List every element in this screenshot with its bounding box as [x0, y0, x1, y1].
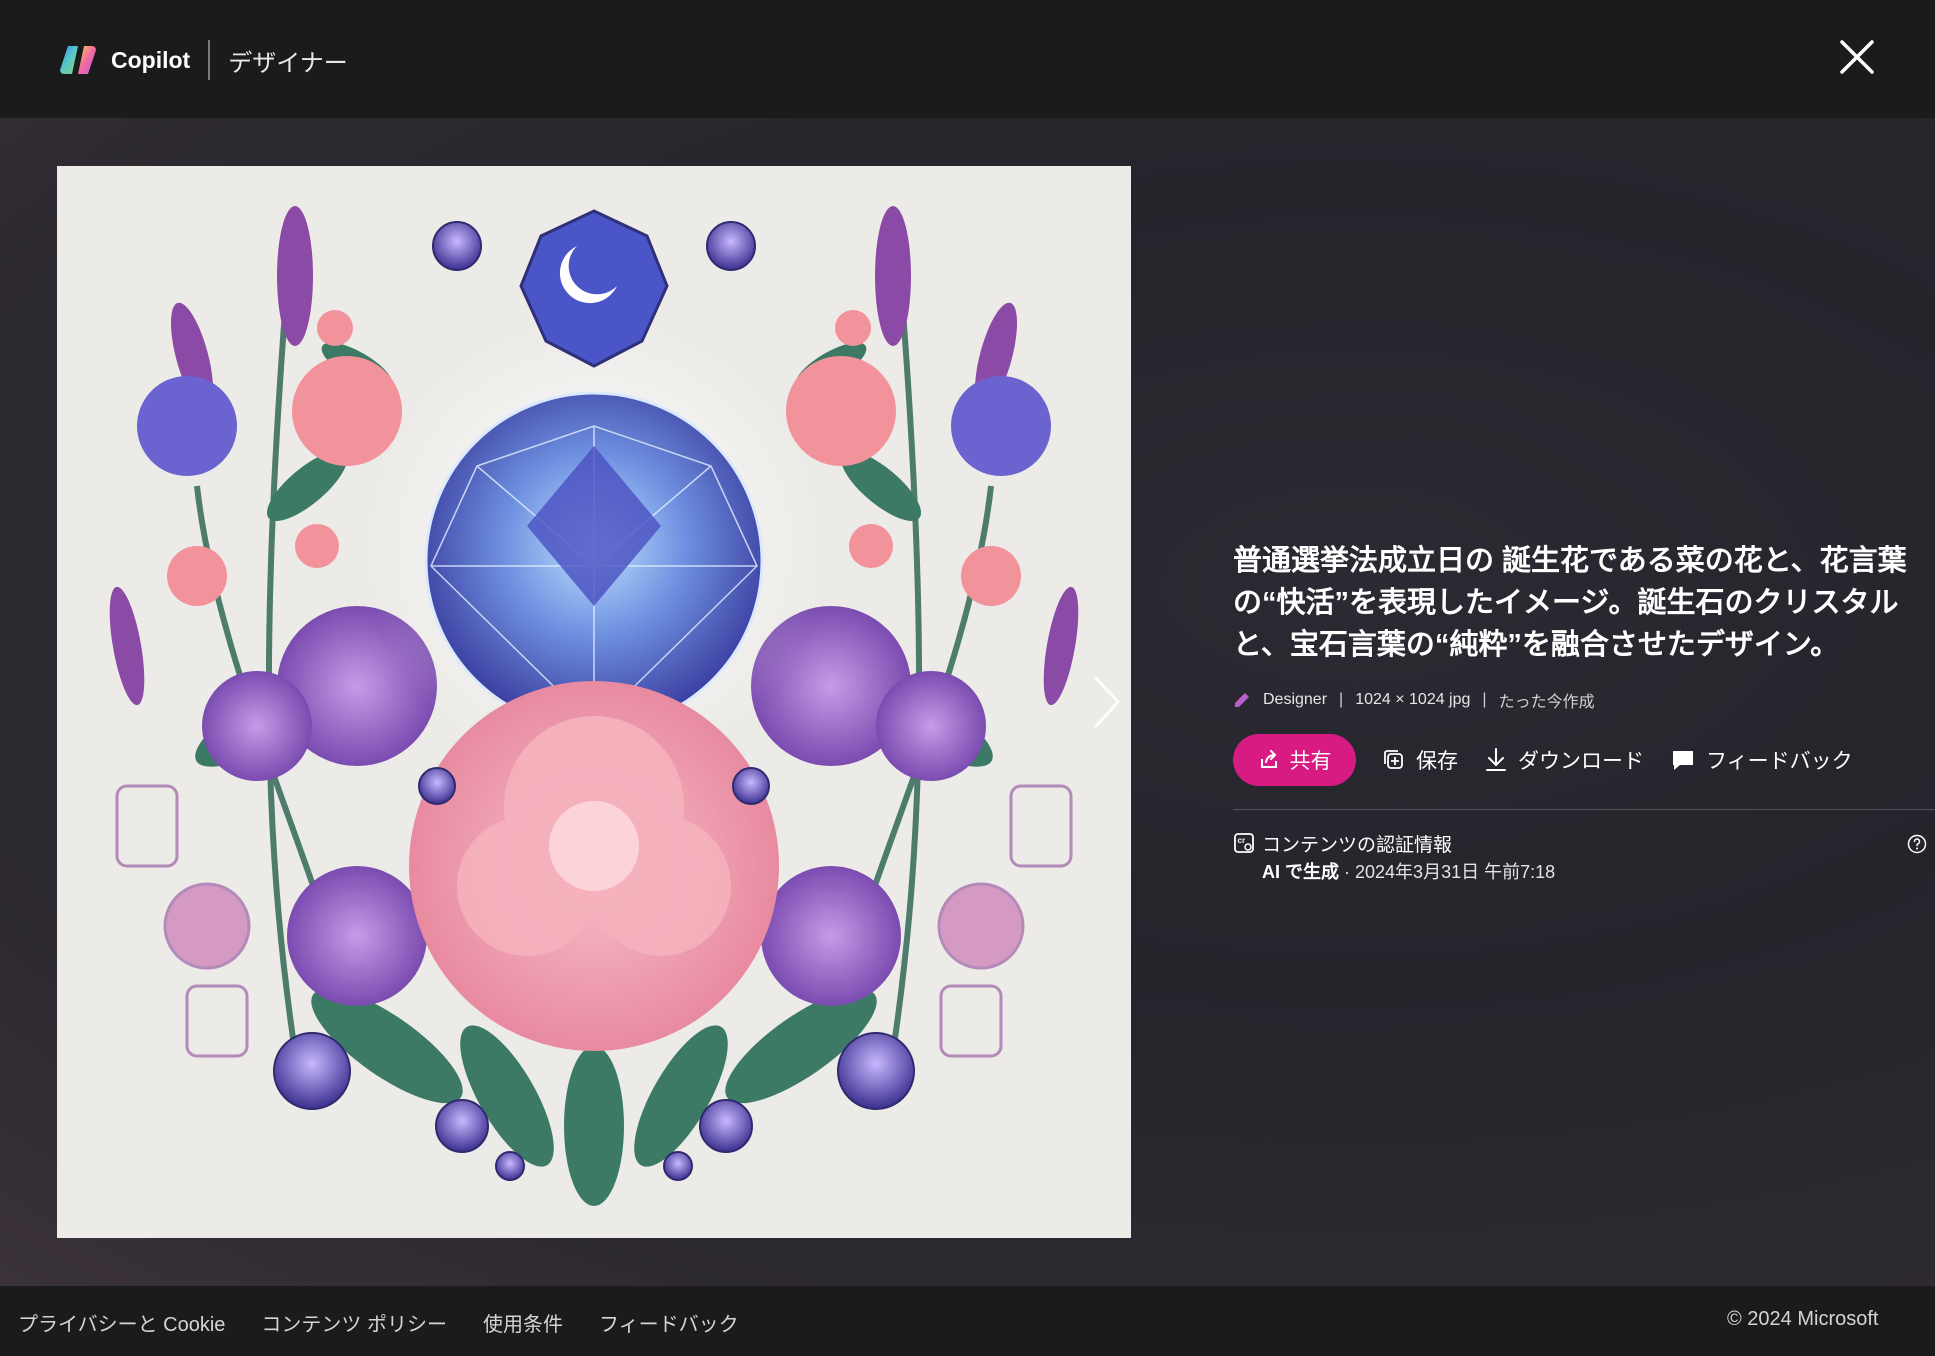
chevron-right-icon	[1094, 676, 1121, 728]
brand-divider	[208, 40, 211, 80]
prompt-text: 普通選挙法成立日の 誕生花である菜の花と、花言葉の“快活”を表現したイメージ。誕…	[1233, 545, 1907, 661]
share-icon	[1260, 750, 1277, 768]
footer-link-feedback[interactable]: フィードバック	[599, 1308, 739, 1337]
meta-separator: |	[1339, 691, 1344, 708]
meta-source: Designer	[1263, 691, 1328, 708]
meta-dimensions: 1024 × 1024 jpg	[1355, 691, 1471, 708]
copilot-logo-icon	[60, 46, 96, 74]
footer-link-terms[interactable]: 使用条件	[483, 1308, 563, 1337]
copyright: © 2024 Microsoft	[1727, 1308, 1879, 1330]
credentials-date: · 2024年3月31日 午前7:18	[1339, 862, 1556, 882]
floral-crystal-artwork	[57, 166, 1131, 1238]
image-meta: Designer | 1024 × 1024 jpg | たった今作成	[1233, 688, 1923, 712]
svg-text:cr: cr	[1238, 836, 1246, 845]
share-label: 共有	[1289, 750, 1332, 773]
divider	[1233, 809, 1935, 810]
content-credentials: cr コンテンツの認証情報 AI で生成 · 2024年3月31日 午前7:18	[1233, 826, 1927, 886]
meta-separator: |	[1482, 691, 1487, 708]
save-button[interactable]: 保存	[1382, 745, 1458, 775]
feedback-label: フィードバック	[1706, 750, 1853, 773]
download-label: ダウンロード	[1518, 750, 1644, 773]
action-bar: 共有 保存 ダウンロード フィードバック	[1233, 734, 1923, 786]
ai-generated-label: AI で生成	[1262, 862, 1340, 882]
share-button[interactable]: 共有	[1233, 734, 1356, 786]
save-icon	[1384, 750, 1403, 769]
brand-subtitle: デザイナー	[228, 49, 348, 77]
generated-image[interactable]	[57, 166, 1131, 1238]
credentials-detail: AI で生成 · 2024年3月31日 午前7:18	[1262, 858, 1555, 884]
footer-links: プライバシーと Cookie コンテンツ ポリシー 使用条件 フィードバック	[18, 1308, 775, 1337]
footer-link-privacy[interactable]: プライバシーと Cookie	[18, 1308, 225, 1337]
help-icon[interactable]	[1907, 834, 1927, 854]
next-image-button[interactable]	[1085, 670, 1129, 734]
meta-created: たった今作成	[1498, 694, 1595, 711]
image-details-panel: 普通選挙法成立日の 誕生花である菜の花と、花言葉の“快活”を表現したイメージ。誕…	[1233, 540, 1935, 886]
close-icon	[1840, 40, 1874, 74]
credentials-title: コンテンツの認証情報	[1262, 835, 1453, 856]
download-button[interactable]: ダウンロード	[1484, 745, 1644, 775]
feedback-icon	[1673, 751, 1693, 770]
download-icon	[1486, 748, 1506, 771]
close-button[interactable]	[1836, 36, 1878, 78]
feedback-button[interactable]: フィードバック	[1670, 745, 1853, 775]
footer-link-content-policy[interactable]: コンテンツ ポリシー	[261, 1308, 447, 1337]
designer-icon	[1235, 693, 1249, 707]
top-bar: Copilot デザイナー	[0, 0, 1935, 118]
brand[interactable]: Copilot デザイナー	[58, 38, 348, 82]
credentials-icon: cr	[1234, 833, 1254, 853]
save-label: 保存	[1416, 750, 1458, 773]
brand-name: Copilot	[111, 46, 191, 73]
footer: プライバシーと Cookie コンテンツ ポリシー 使用条件 フィードバック ©…	[0, 1286, 1935, 1356]
